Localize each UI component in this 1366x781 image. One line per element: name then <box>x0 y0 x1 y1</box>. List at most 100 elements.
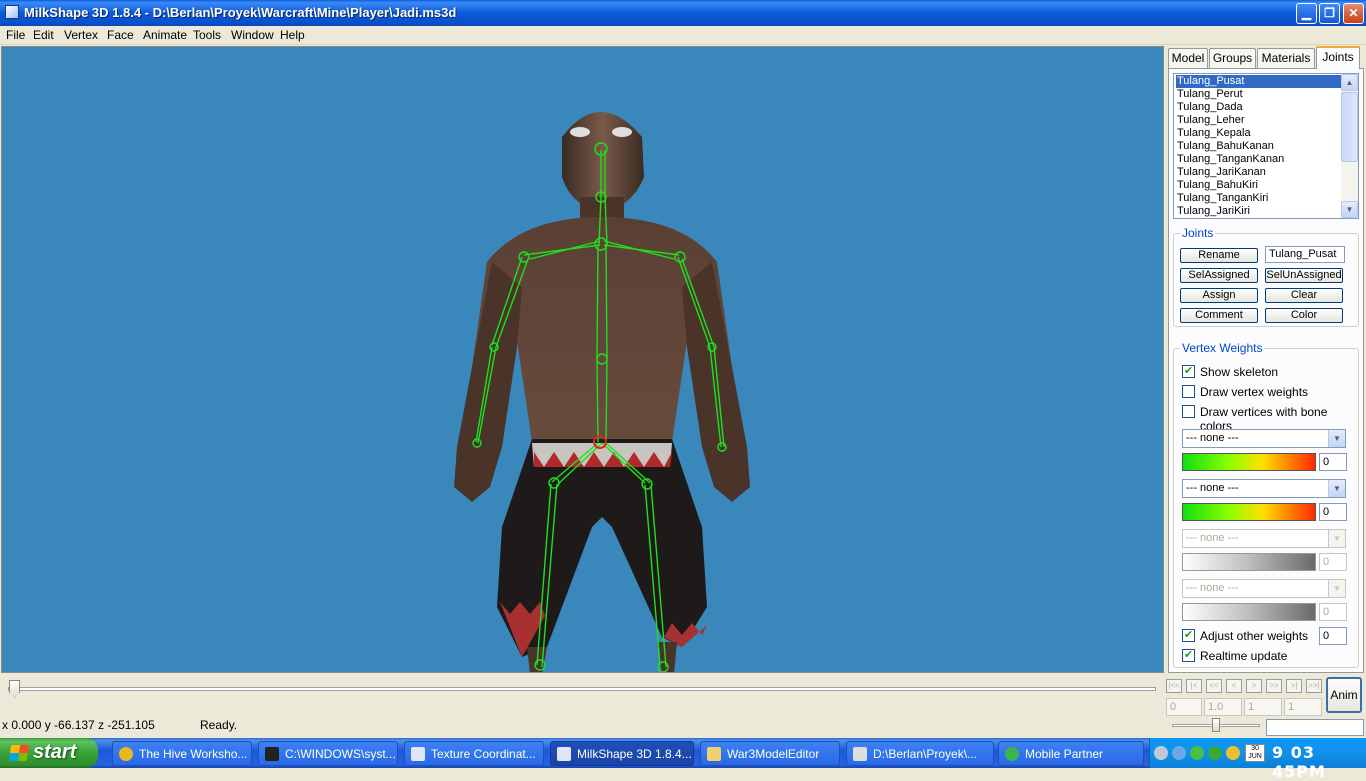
side-panel: Model Groups Materials Tulang_Pusat Tula… <box>1166 46 1366 673</box>
prev-frame-button[interactable]: < <box>1226 679 1242 693</box>
console-icon <box>265 747 279 761</box>
show-skeleton-label: Show skeleton <box>1200 365 1279 379</box>
draw-vertex-weights-label: Draw vertex weights <box>1200 385 1309 399</box>
menu-animate[interactable]: Animate <box>143 28 187 42</box>
first-frame-button[interactable]: |<< <box>1166 679 1182 693</box>
scroll-up-icon[interactable]: ▲ <box>1341 74 1358 91</box>
joint-list-scrollbar[interactable]: ▲ ▼ <box>1341 74 1358 218</box>
tab-joints[interactable]: Joints <box>1316 46 1360 69</box>
adjust-other-weights-checkbox[interactable]: ✔ <box>1182 629 1195 642</box>
start-frame-field[interactable]: 1 <box>1244 698 1282 716</box>
taskbar-item[interactable]: Mobile Partner <box>998 741 1144 766</box>
anim-button[interactable]: Anim <box>1326 677 1362 713</box>
sel-assigned-button[interactable]: SelAssigned <box>1180 268 1258 283</box>
frame-slider-track[interactable] <box>8 687 1156 691</box>
rename-button[interactable]: Rename <box>1180 248 1258 263</box>
scroll-thumb[interactable] <box>1341 92 1358 162</box>
chevron-down-icon[interactable]: ▼ <box>1328 480 1345 497</box>
mobile-partner-icon <box>1005 747 1019 761</box>
tab-model[interactable]: Model <box>1168 48 1208 68</box>
taskbar-item[interactable]: The Hive Worksho... <box>112 741 252 766</box>
start-label: start <box>33 741 77 763</box>
sel-unassigned-button[interactable]: SelUnAssigned <box>1265 268 1343 283</box>
current-frame-field[interactable]: 0 <box>1166 698 1202 716</box>
joint-item[interactable]: Tulang_Leher <box>1176 114 1342 127</box>
joint-item[interactable]: Tulang_TanganKiri <box>1176 192 1342 205</box>
joint-item[interactable]: Tulang_TanganKanan <box>1176 153 1342 166</box>
menu-face[interactable]: Face <box>107 28 134 42</box>
menu-file[interactable]: File <box>6 28 25 42</box>
color-button[interactable]: Color <box>1265 308 1343 323</box>
frame-slider-thumb[interactable] <box>9 680 20 698</box>
taskbar-item-label: The Hive Worksho... <box>139 747 248 761</box>
joint-item[interactable]: Tulang_Kepala <box>1176 127 1342 140</box>
joint-item[interactable]: Tulang_BahuKanan <box>1176 140 1342 153</box>
tab-materials[interactable]: Materials <box>1257 48 1315 68</box>
weight-value-4: 0 <box>1319 603 1347 621</box>
3d-viewport[interactable] <box>1 46 1164 673</box>
weight-value-2[interactable]: 0 <box>1319 503 1347 521</box>
menu-window[interactable]: Window <box>231 28 274 42</box>
joint-item[interactable]: Tulang_BahuKiri <box>1176 179 1342 192</box>
scroll-down-icon[interactable]: ▼ <box>1341 201 1358 218</box>
weight-value-1[interactable]: 0 <box>1319 453 1347 471</box>
clear-button[interactable]: Clear <box>1265 288 1343 303</box>
end-frame-field[interactable]: 1 <box>1284 698 1322 716</box>
menu-tools[interactable]: Tools <box>193 28 221 42</box>
weight-slider-1[interactable] <box>1182 453 1316 471</box>
taskbar-item[interactable]: D:\Berlan\Proyek\... <box>846 741 994 766</box>
realtime-update-checkbox[interactable]: ✔ <box>1182 649 1195 662</box>
status-field[interactable] <box>1266 719 1364 736</box>
title-bar[interactable]: MilkShape 3D 1.8.4 - D:\Berlan\Proyek\Wa… <box>0 0 1366 26</box>
bone-select-1[interactable]: --- none --- ▼ <box>1182 429 1346 448</box>
speed-field[interactable]: 1.0 <box>1204 698 1242 716</box>
clock[interactable]: 9 03 45PM <box>1272 743 1366 781</box>
menu-help[interactable]: Help <box>280 28 305 42</box>
joint-item[interactable]: Tulang_Pusat <box>1176 75 1342 88</box>
bone-select-2[interactable]: --- none --- ▼ <box>1182 479 1346 498</box>
joint-item[interactable]: Tulang_JariKiri <box>1176 205 1342 218</box>
security-icon[interactable] <box>1190 746 1204 760</box>
fast-forward-button[interactable]: >> <box>1266 679 1282 693</box>
chevron-down-icon[interactable]: ▼ <box>1328 430 1345 447</box>
bone-select-3-value: --- none --- <box>1186 532 1239 544</box>
prev-key-button[interactable]: |< <box>1186 679 1202 693</box>
start-button[interactable]: start <box>0 738 98 768</box>
assign-button[interactable]: Assign <box>1180 288 1258 303</box>
taskbar-item[interactable]: C:\WINDOWS\syst... <box>258 741 398 766</box>
taskbar-item[interactable]: War3ModelEditor <box>700 741 840 766</box>
adjust-other-weights-value[interactable]: 0 <box>1319 627 1347 645</box>
mobile-icon[interactable] <box>1208 746 1222 760</box>
speed-slider-thumb[interactable] <box>1212 718 1220 732</box>
joint-item[interactable]: Tulang_Perut <box>1176 88 1342 101</box>
status-bar: x 0.000 y -66.137 z -251.105 Ready. <box>0 716 1366 738</box>
joint-item[interactable]: Tulang_JariKanan <box>1176 166 1342 179</box>
comment-button[interactable]: Comment <box>1180 308 1258 323</box>
power-icon[interactable] <box>1226 746 1240 760</box>
joint-name-field[interactable]: Tulang_Pusat <box>1265 246 1345 263</box>
joint-list[interactable]: Tulang_Pusat Tulang_Perut Tulang_Dada Tu… <box>1173 73 1359 219</box>
weight-slider-2[interactable] <box>1182 503 1316 521</box>
taskbar-item[interactable]: Texture Coordinat... <box>404 741 544 766</box>
joint-item[interactable]: Tulang_Dada <box>1176 101 1342 114</box>
model-render <box>454 112 750 672</box>
maximize-button[interactable]: ❐ <box>1319 3 1340 24</box>
menu-edit[interactable]: Edit <box>33 28 54 42</box>
taskbar-item-active[interactable]: MilkShape 3D 1.8.4... <box>550 741 694 766</box>
date-day: 30 <box>1251 745 1259 752</box>
taskbar: start The Hive Worksho... C:\WINDOWS\sys… <box>0 738 1366 781</box>
draw-bone-colors-checkbox[interactable] <box>1182 405 1195 418</box>
rewind-button[interactable]: << <box>1206 679 1222 693</box>
show-skeleton-checkbox[interactable]: ✔ <box>1182 365 1195 378</box>
tray-arrow-icon[interactable] <box>1154 746 1168 760</box>
next-key-button[interactable]: >| <box>1286 679 1302 693</box>
menu-vertex[interactable]: Vertex <box>64 28 98 42</box>
last-frame-button[interactable]: >>| <box>1306 679 1322 693</box>
close-button[interactable]: ✕ <box>1343 3 1364 24</box>
network-icon[interactable] <box>1172 746 1186 760</box>
calendar-icon[interactable]: 30 JUN <box>1245 744 1265 762</box>
minimize-button[interactable]: ▁ <box>1296 3 1317 24</box>
draw-vertex-weights-checkbox[interactable] <box>1182 385 1195 398</box>
tab-groups[interactable]: Groups <box>1209 48 1256 68</box>
next-frame-button[interactable]: > <box>1246 679 1262 693</box>
